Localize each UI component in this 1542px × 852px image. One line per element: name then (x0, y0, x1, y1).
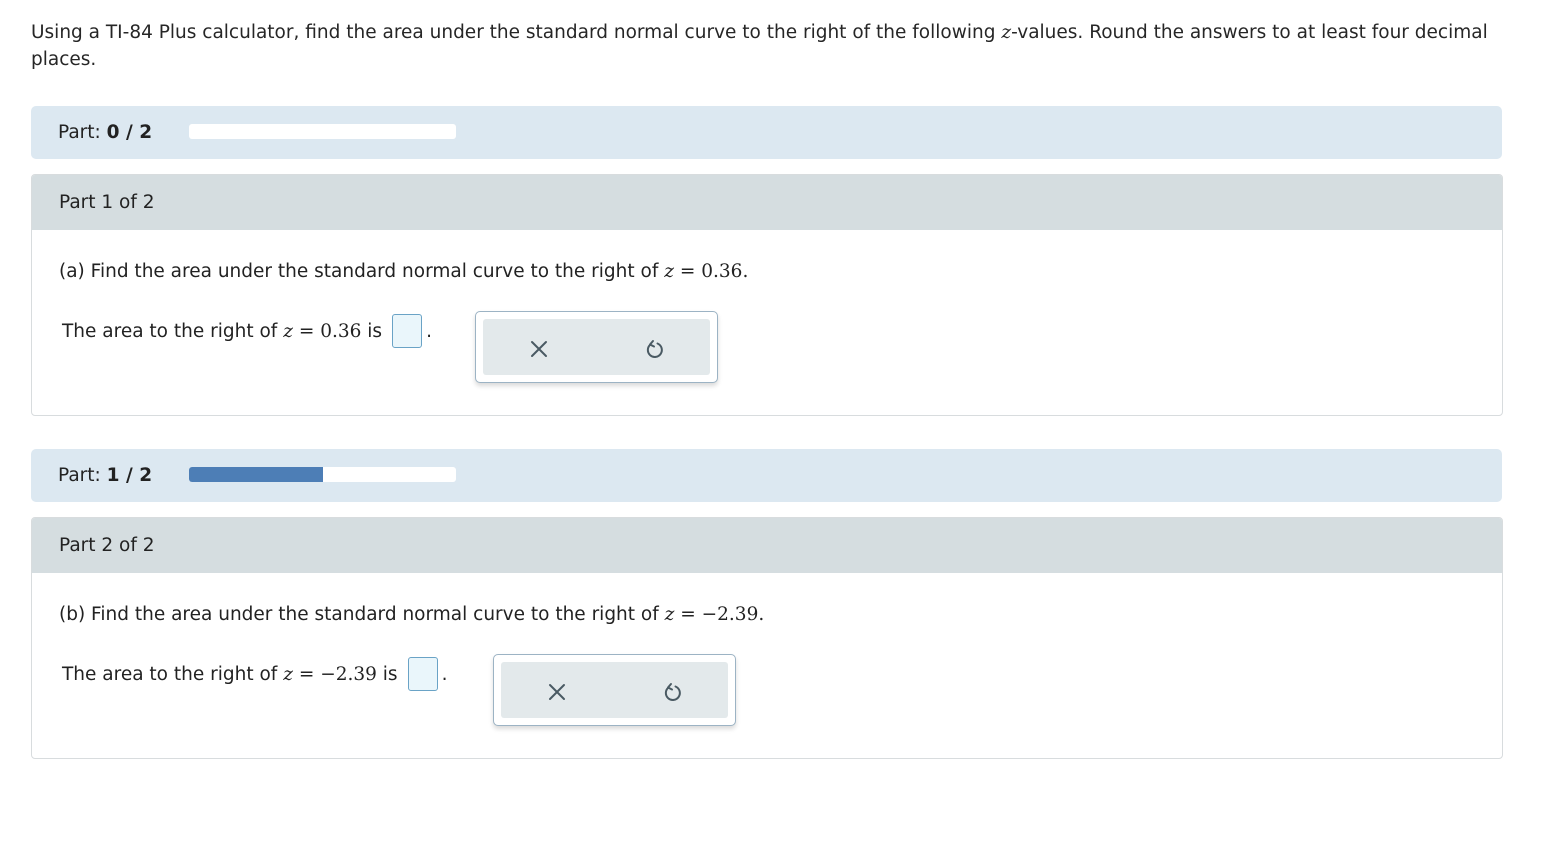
part-1-question: (a) Find the area under the standard nor… (59, 261, 749, 282)
part-2-title: Part 2 of 2 (59, 535, 155, 556)
progress-current: 0 (106, 122, 120, 143)
part-2-undo-button[interactable] (656, 676, 688, 708)
progress-bar-part-1: Part: 0 / 2 (31, 106, 1502, 159)
progress-label: Part: 0 / 2 (58, 122, 153, 143)
part-1-z-value: 0.36 (701, 261, 743, 282)
part-1-tool-panel (475, 311, 718, 383)
undo-icon (646, 340, 663, 358)
part-2-card: Part 2 of 2 (b) Find the area under the … (31, 517, 1503, 759)
part-2-z-value: −2.39 (701, 604, 759, 625)
part-1-header: Part 1 of 2 (32, 175, 1502, 230)
part-2-answer-line: The area to the right of z = −2.39 is . (62, 657, 447, 691)
part-1-title: Part 1 of 2 (59, 192, 155, 213)
close-icon (531, 341, 547, 357)
progress-total: 2 (139, 122, 153, 143)
progress-label: Part: 1 / 2 (58, 465, 153, 486)
instructions: Using a TI-84 Plus calculator, find the … (31, 19, 1491, 73)
part-2-answer-input[interactable] (407, 657, 438, 691)
close-icon (549, 684, 565, 700)
part-2-tool-panel (493, 654, 736, 726)
part-1-answer-input[interactable] (392, 314, 423, 348)
part-1-card: Part 1 of 2 (a) Find the area under the … (31, 174, 1503, 416)
part-2-question: (b) Find the area under the standard nor… (59, 604, 765, 625)
progress-current: 1 (106, 465, 120, 486)
instructions-prefix: Using a TI-84 Plus calculator, find the … (31, 22, 1002, 43)
progress-track (189, 124, 456, 139)
undo-icon (664, 683, 681, 701)
page: Using a TI-84 Plus calculator, find the … (0, 0, 1542, 852)
part-2-clear-button[interactable] (541, 676, 573, 708)
progress-fill (189, 467, 323, 482)
part-1-answer-line: The area to the right of z = 0.36 is . (62, 314, 432, 348)
part-2-header: Part 2 of 2 (32, 518, 1502, 573)
progress-bar-part-2: Part: 1 / 2 (31, 449, 1502, 502)
instructions-variable: z (1001, 22, 1012, 43)
tool-panel-inner (483, 319, 710, 375)
tool-panel-inner (501, 662, 728, 718)
progress-total: 2 (139, 465, 153, 486)
part-1-undo-button[interactable] (638, 333, 670, 365)
progress-track (189, 467, 456, 482)
part-1-clear-button[interactable] (523, 333, 555, 365)
